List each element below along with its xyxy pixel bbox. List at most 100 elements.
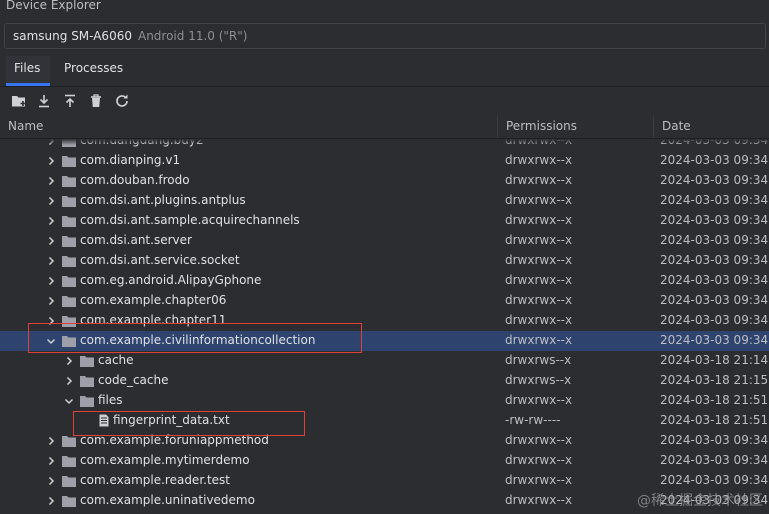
chevron-right-icon[interactable] xyxy=(45,195,57,207)
tree-row[interactable]: fingerprint_data.txt -rw-rw---- 2024-03-18… xyxy=(0,411,769,431)
folder-name: com.example.reader.test xyxy=(80,473,231,487)
folder-icon xyxy=(62,176,76,187)
folder-name: com.dsi.ant.service.socket xyxy=(80,253,240,267)
folder-icon xyxy=(62,496,76,507)
download-button[interactable] xyxy=(34,91,54,111)
permissions-cell: drwxrwx--x xyxy=(505,293,573,307)
folder-name: com.example.foruniappmethod xyxy=(80,433,269,447)
folder-name: com.example.civilinformationcollection xyxy=(80,333,316,347)
permissions-cell: drwxrwx--x xyxy=(505,393,573,407)
date-cell: 2024-03-03 09:34 xyxy=(660,253,769,267)
folder-name: com.dangdang.buy2 xyxy=(80,139,204,147)
date-cell: 2024-03-18 21:51 xyxy=(660,413,769,427)
tree-row[interactable]: files drwxrwx--x 2024-03-18 21:51 xyxy=(0,391,769,411)
date-cell: 2024-03-03 09:34 xyxy=(660,473,769,487)
chevron-right-icon[interactable] xyxy=(45,255,57,267)
tree-row[interactable]: com.douban.frodo drwxrwx--x 2024-03-03 09:… xyxy=(0,171,769,191)
permissions-cell: drwxrwx--x xyxy=(505,173,573,187)
new-folder-icon xyxy=(12,96,26,107)
folder-name: com.dianping.v1 xyxy=(80,153,181,167)
date-cell: 2024-03-03 09:34 xyxy=(660,293,769,307)
chevron-right-icon[interactable] xyxy=(45,139,57,147)
tab-processes[interactable]: Processes xyxy=(56,56,136,86)
delete-icon xyxy=(91,94,101,107)
folder-name: code_cache xyxy=(98,373,169,387)
date-cell: 2024-03-03 09:34 xyxy=(660,213,769,227)
chevron-right-icon[interactable] xyxy=(45,155,57,167)
chevron-right-icon[interactable] xyxy=(45,435,57,447)
folder-icon xyxy=(80,396,94,407)
device-selector[interactable]: samsung SM-A6060 Android 11.0 ("R") xyxy=(4,23,766,49)
upload-button[interactable] xyxy=(60,91,80,111)
chevron-right-icon[interactable] xyxy=(63,355,75,367)
date-cell: 2024-03-03 09:34 xyxy=(660,453,769,467)
folder-name: com.dsi.ant.sample.acquirechannels xyxy=(80,213,300,227)
tree-row[interactable]: com.dsi.ant.sample.acquirechannels drwxrw… xyxy=(0,211,769,231)
tree-row[interactable]: com.example.chapter06 drwxrwx--x 2024-03-0… xyxy=(0,291,769,311)
table-header: Name Permissions Date xyxy=(0,116,769,139)
refresh-button[interactable] xyxy=(112,91,132,111)
folder-icon xyxy=(62,256,76,267)
chevron-right-icon[interactable] xyxy=(63,375,75,387)
date-cell: 2024-03-18 21:51 xyxy=(660,393,769,407)
chevron-right-icon[interactable] xyxy=(45,235,57,247)
date-cell: 2024-03-03 09:34 xyxy=(660,333,769,347)
device-row: samsung SM-A6060 Android 11.0 ("R") xyxy=(0,18,769,56)
tree-row[interactable]: com.example.mytimerdemo drwxrwx--x 2024-03… xyxy=(0,451,769,471)
tree-row[interactable]: com.example.civilinformationcollection dr… xyxy=(0,331,769,351)
tree-row[interactable]: com.dsi.ant.plugins.antplus drwxrwx--x 202… xyxy=(0,191,769,211)
file-tree: com.dangdang.buy2 drwxrwx--x 2024-03-03 09… xyxy=(0,139,769,514)
column-header-name[interactable]: Name xyxy=(0,116,498,138)
tab-bar: Files Processes xyxy=(0,56,769,87)
folder-name: com.example.chapter11 xyxy=(80,313,227,327)
tree-row[interactable]: com.eg.android.AlipayGphone drwxrwx--x 202… xyxy=(0,271,769,291)
chevron-right-icon[interactable] xyxy=(45,175,57,187)
download-icon xyxy=(39,95,49,108)
tab-files[interactable]: Files xyxy=(6,56,50,86)
date-cell: 2024-03-03 09:34 xyxy=(660,313,769,327)
chevron-right-icon[interactable] xyxy=(45,215,57,227)
chevron-right-icon[interactable] xyxy=(45,315,57,327)
tree-row[interactable]: cache drwxrws--x 2024-03-18 21:14 xyxy=(0,351,769,371)
tree-row[interactable]: com.example.chapter11 drwxrwx--x 2024-03-0… xyxy=(0,311,769,331)
tree-row[interactable]: com.dianping.v1 drwxrwx--x 2024-03-03 09:3… xyxy=(0,151,769,171)
tree-row[interactable]: com.example.reader.test drwxrwx--x 2024-03… xyxy=(0,471,769,491)
toolbar xyxy=(0,86,769,117)
new-folder-button[interactable] xyxy=(9,91,29,111)
tab-files-label: Files xyxy=(14,61,41,75)
tree-row[interactable]: code_cache drwxrws--x 2024-03-18 21:15 xyxy=(0,371,769,391)
chevron-down-icon[interactable] xyxy=(63,395,75,407)
folder-icon xyxy=(62,236,76,247)
permissions-cell: drwxrwx--x xyxy=(505,253,573,267)
tree-row[interactable]: com.dsi.ant.server drwxrwx--x 2024-03-03 0… xyxy=(0,231,769,251)
chevron-right-icon[interactable] xyxy=(45,495,57,507)
permissions-cell: drwxrwx--x xyxy=(505,333,573,347)
chevron-right-icon[interactable] xyxy=(45,455,57,467)
device-label: samsung SM-A6060 Android 11.0 ("R") xyxy=(13,29,247,43)
tree-row[interactable]: com.dsi.ant.service.socket drwxrwx--x 2024… xyxy=(0,251,769,271)
folder-name: com.douban.frodo xyxy=(80,173,190,187)
folder-icon xyxy=(62,296,76,307)
column-header-permissions[interactable]: Permissions xyxy=(498,116,654,138)
permissions-cell: drwxrwx--x xyxy=(505,433,573,447)
date-cell: 2024-03-03 09:34 xyxy=(660,139,769,147)
tree-row[interactable]: com.dangdang.buy2 drwxrwx--x 2024-03-03 09… xyxy=(0,139,769,151)
tree-row[interactable]: com.example.foruniappmethod drwxrwx--x 202… xyxy=(0,431,769,451)
permissions-cell: -rw-rw---- xyxy=(505,413,561,427)
chevron-right-icon[interactable] xyxy=(45,275,57,287)
folder-name: cache xyxy=(98,353,134,367)
chevron-down-icon[interactable] xyxy=(45,335,57,347)
text-file-icon xyxy=(99,414,109,427)
permissions-cell: drwxrwx--x xyxy=(505,313,573,327)
device-name: samsung SM-A6060 xyxy=(13,29,132,43)
delete-button[interactable] xyxy=(86,91,106,111)
tab-processes-label: Processes xyxy=(64,61,124,75)
folder-icon xyxy=(62,216,76,227)
column-header-date[interactable]: Date xyxy=(654,116,769,138)
date-cell: 2024-03-03 09:34 xyxy=(660,273,769,287)
chevron-right-icon[interactable] xyxy=(45,475,57,487)
chevron-right-icon[interactable] xyxy=(45,295,57,307)
folder-icon xyxy=(62,476,76,487)
permissions-cell: drwxrws--x xyxy=(505,373,572,387)
folder-icon xyxy=(62,196,76,207)
